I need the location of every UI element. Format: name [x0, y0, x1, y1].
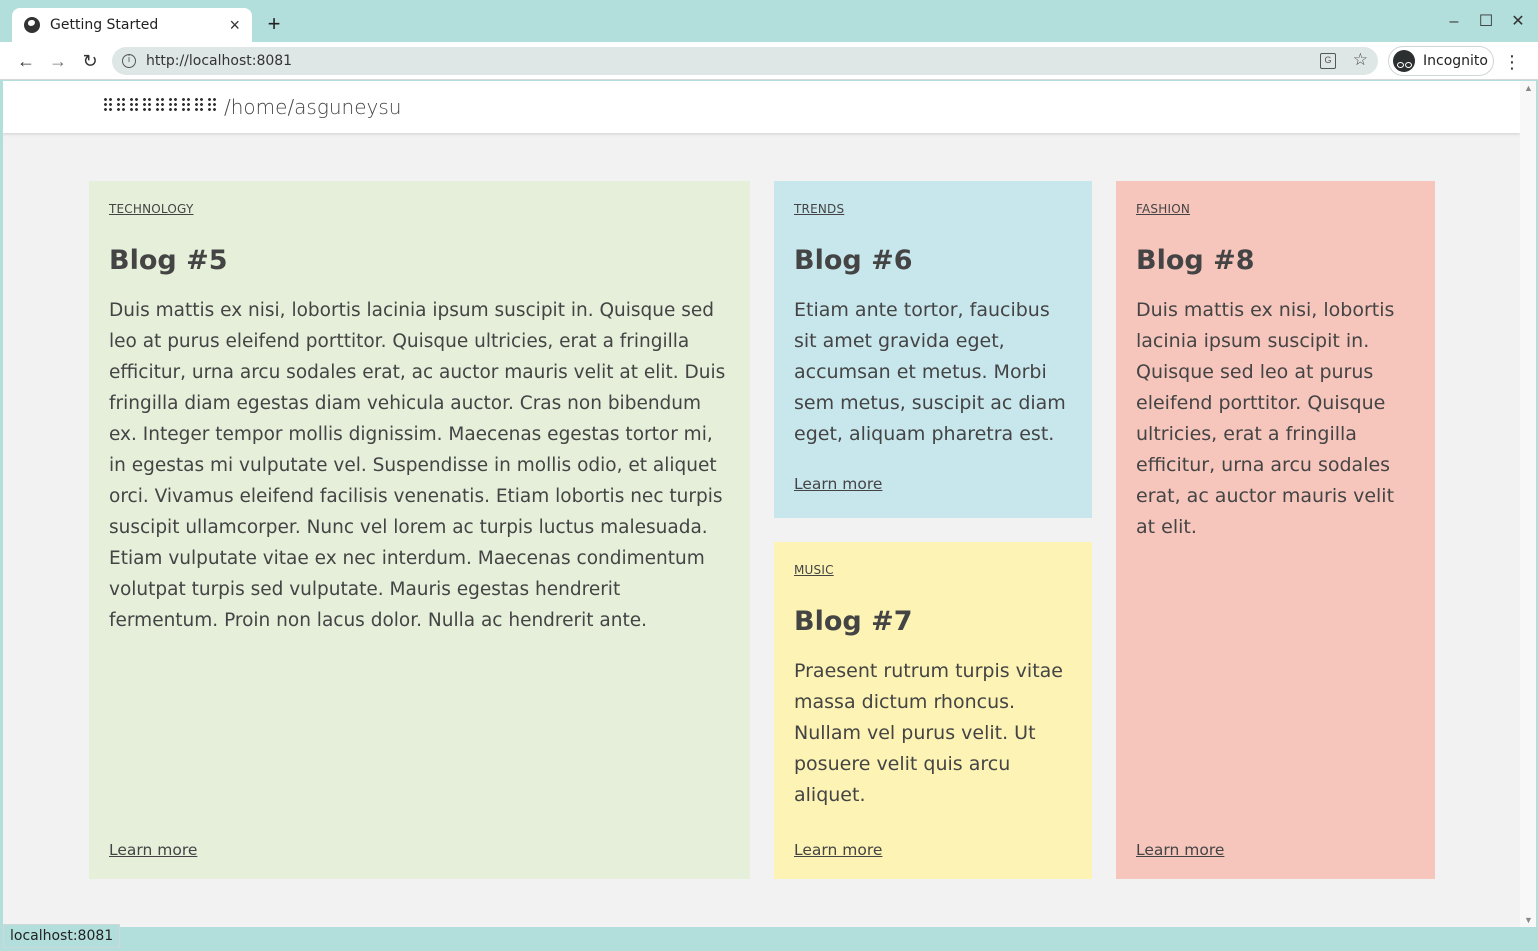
back-arrow-icon[interactable]: ←	[12, 47, 40, 75]
card-body: Etiam ante tortor, faucibus sit amet gra…	[794, 299, 1066, 445]
maximize-icon[interactable]: ☐	[1474, 10, 1498, 34]
incognito-button[interactable]: Incognito	[1388, 46, 1494, 76]
learn-more-link[interactable]: Learn more	[1136, 841, 1224, 859]
info-icon[interactable]: i	[122, 54, 136, 68]
minimize-icon[interactable]: –	[1442, 10, 1466, 34]
scroll-down-arrow-icon[interactable]: ▼	[1524, 915, 1533, 925]
learn-more-link[interactable]: Learn more	[109, 841, 197, 859]
star-icon[interactable]: ☆	[1353, 50, 1368, 70]
new-tab-button[interactable]: +	[262, 12, 286, 36]
braille-logo[interactable]	[103, 97, 217, 113]
globe-icon	[24, 17, 40, 33]
browser-toolbar: ← → ↻ i http://localhost:8081 G ☆ Incogn…	[0, 42, 1538, 80]
reload-icon[interactable]: ↻	[76, 47, 104, 75]
incognito-label: Incognito	[1423, 53, 1488, 69]
blog-card-5: TECHNOLOGY Blog #5 Duis mattis ex nisi, …	[89, 181, 750, 879]
category-link[interactable]: MUSIC	[794, 563, 834, 577]
tab-title: Getting Started	[50, 17, 159, 33]
site-header: /home/asguneysu	[3, 81, 1520, 133]
card-body: Duis mattis ex nisi, lobortis lacinia ip…	[1136, 299, 1395, 538]
card-title: Blog #8	[1136, 245, 1255, 276]
card-body: Praesent rutrum turpis vitae massa dictu…	[794, 660, 1063, 806]
category-link[interactable]: TECHNOLOGY	[109, 202, 193, 216]
category-link[interactable]: FASHION	[1136, 202, 1190, 216]
kebab-menu-icon[interactable]: ⋮	[1500, 50, 1524, 74]
blog-card-8: FASHION Blog #8 Duis mattis ex nisi, lob…	[1116, 181, 1435, 879]
card-title: Blog #7	[794, 606, 913, 637]
blog-card-7: MUSIC Blog #7 Praesent rutrum turpis vit…	[774, 542, 1092, 879]
card-body: Duis mattis ex nisi, lobortis lacinia ip…	[109, 300, 726, 631]
page-viewport: /home/asguneysu TECHNOLOGY Blog #5 Duis …	[3, 81, 1520, 927]
translate-icon[interactable]: G	[1320, 53, 1336, 69]
card-title: Blog #5	[109, 245, 228, 276]
window-close-icon[interactable]: ✕	[1506, 10, 1530, 34]
browser-tab[interactable]: Getting Started ×	[12, 8, 252, 42]
learn-more-link[interactable]: Learn more	[794, 475, 882, 493]
address-bar[interactable]: i http://localhost:8081 G ☆	[112, 47, 1378, 75]
blog-card-6: TRENDS Blog #6 Etiam ante tortor, faucib…	[774, 181, 1092, 518]
url-text[interactable]: http://localhost:8081	[146, 53, 292, 69]
incognito-icon	[1393, 50, 1415, 72]
forward-arrow-icon[interactable]: →	[44, 47, 72, 75]
tab-strip: Getting Started × + – ☐ ✕	[0, 0, 1538, 42]
close-icon[interactable]: ×	[229, 16, 240, 34]
card-title: Blog #6	[794, 245, 913, 276]
category-link[interactable]: TRENDS	[794, 202, 844, 216]
site-path: /home/asguneysu	[224, 95, 402, 119]
page-scrollbar[interactable]: ▲ ▼	[1520, 81, 1536, 927]
scroll-up-arrow-icon[interactable]: ▲	[1524, 83, 1533, 93]
status-bubble: localhost:8081	[3, 924, 121, 948]
learn-more-link[interactable]: Learn more	[794, 841, 882, 859]
